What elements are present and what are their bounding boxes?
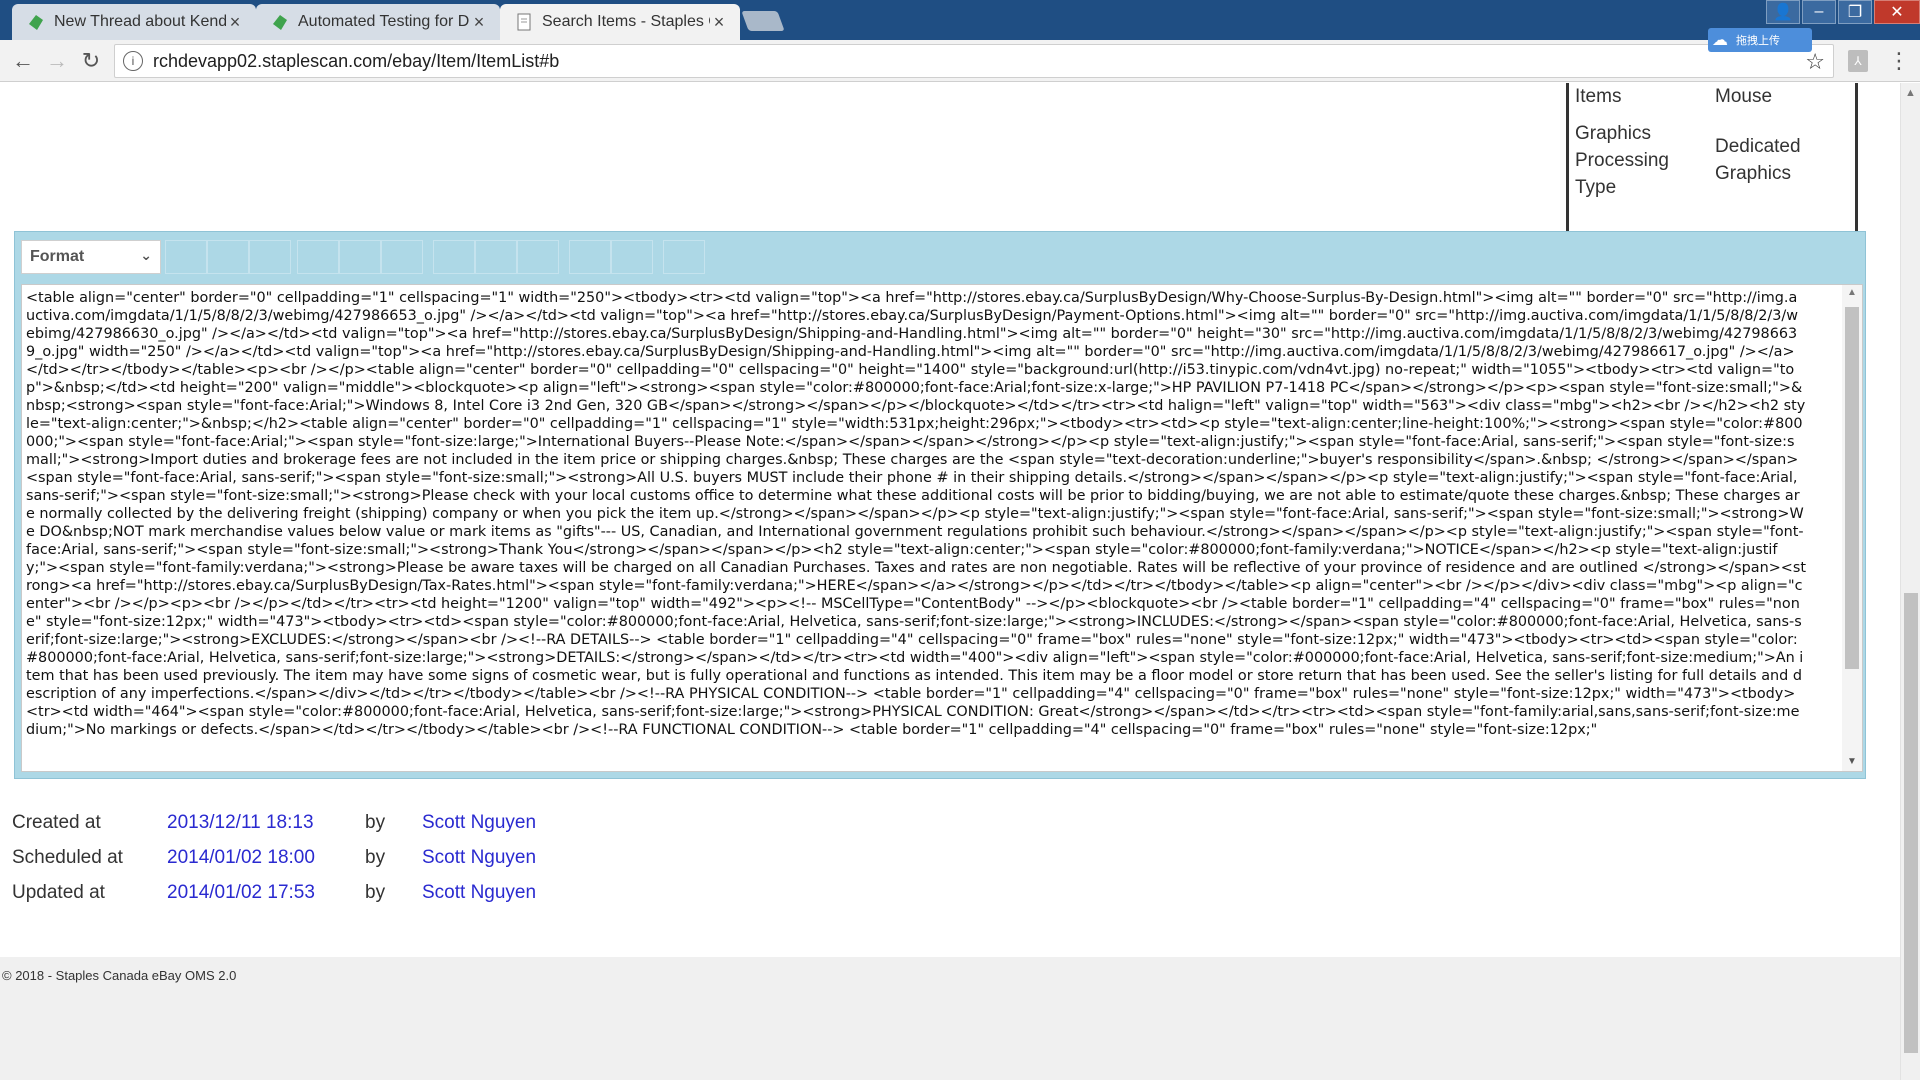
info-icon[interactable]: i (123, 51, 143, 71)
spec-key: Graphics Processing Type (1575, 123, 1669, 198)
html-source-textarea[interactable]: <table align="center" border="0" cellpad… (21, 284, 1863, 772)
scrollbar-thumb[interactable] (1845, 307, 1859, 669)
history-by: by (365, 847, 386, 868)
restore-icon[interactable]: ❐ (1838, 0, 1872, 24)
history-label: Updated at (12, 882, 105, 903)
toolbar-button[interactable] (297, 240, 339, 274)
window-controls: 👤 – ❐ ✕ (1764, 0, 1920, 24)
tab-title: Search Items - Staples Ca (542, 13, 710, 30)
toolbar-button[interactable] (249, 240, 291, 274)
tab-title: New Thread about Kendo (54, 13, 226, 30)
pdf-extension-icon[interactable]: ⅄ (1848, 50, 1868, 72)
bookmark-star-icon[interactable]: ☆ (1805, 49, 1825, 75)
profile-icon[interactable]: 👤 (1766, 0, 1800, 24)
menu-dots-icon[interactable]: ⋮ (1888, 48, 1910, 74)
tab-close-icon[interactable]: × (710, 12, 728, 33)
toolbar-button[interactable] (475, 240, 517, 274)
minimize-icon[interactable]: – (1802, 0, 1836, 24)
tab-search-items[interactable]: Search Items - Staples Ca × (500, 4, 740, 40)
history-by: by (365, 882, 386, 903)
history-label: Scheduled at (12, 847, 123, 868)
history-date: 2013/12/11 18:13 (167, 812, 314, 833)
tab-new-thread[interactable]: New Thread about Kendo × (12, 4, 256, 40)
spec-value: Dedicated Graphics (1715, 136, 1801, 184)
history-date: 2014/01/02 18:00 (167, 847, 315, 868)
footer-copyright: © 2018 - Staples Canada eBay OMS 2.0 (2, 968, 237, 983)
tab-close-icon[interactable]: × (470, 12, 488, 33)
back-icon[interactable]: ← (10, 48, 36, 74)
history-date: 2014/01/02 17:53 (167, 882, 315, 903)
toolbar-button[interactable] (663, 240, 705, 274)
html-source-text: <table align="center" border="0" cellpad… (26, 290, 1806, 738)
upload-extension-badge[interactable]: ☁ 拖拽上传 (1708, 28, 1812, 52)
history-user-link[interactable]: Scott Nguyen (422, 840, 536, 875)
toolbar-button[interactable] (611, 240, 653, 274)
new-tab-button[interactable] (741, 11, 785, 31)
page-content: Items Mouse Graphics Processing Type Ded… (0, 83, 1900, 1080)
document-icon (517, 13, 531, 31)
browser-toolbar: ← → ↻ i rchdevapp02.staplescan.com/ebay/… (0, 40, 1920, 82)
close-window-icon[interactable]: ✕ (1874, 0, 1920, 24)
scroll-up-icon[interactable]: ▲ (1905, 87, 1916, 99)
toolbar-button[interactable] (517, 240, 559, 274)
toolbar-button[interactable] (433, 240, 475, 274)
chevron-down-icon: ⌄ (140, 247, 152, 263)
source-scrollbar[interactable]: ▲ ▼ (1842, 285, 1862, 771)
scroll-down-icon[interactable]: ▼ (1847, 756, 1857, 767)
upload-extension-label: 拖拽上传 (1736, 35, 1780, 47)
history-user-link[interactable]: Scott Nguyen (422, 805, 536, 840)
cloud-icon: ☁ (1712, 32, 1728, 49)
toolbar-button[interactable] (381, 240, 423, 274)
tab-close-icon[interactable]: × (226, 12, 244, 33)
footer (0, 957, 1900, 1080)
address-bar[interactable]: i rchdevapp02.staplescan.com/ebay/Item/I… (114, 44, 1834, 78)
history-user-link[interactable]: Scott Nguyen (422, 875, 536, 910)
history-label: Created at (12, 812, 101, 833)
scrollbar-thumb[interactable] (1904, 593, 1918, 1053)
tab-automated-testing[interactable]: Automated Testing for D × (256, 4, 500, 40)
spec-key: Items (1575, 86, 1622, 107)
browser-tab-strip: New Thread about Kendo × Automated Testi… (0, 0, 1920, 40)
forward-icon[interactable]: → (44, 48, 70, 74)
kendo-favicon-icon (273, 15, 287, 30)
html-editor: Format ⌄ <table align="center" border="0… (14, 231, 1866, 779)
toolbar-button[interactable] (165, 240, 207, 274)
spec-value: Mouse (1715, 86, 1773, 107)
address-url: rchdevapp02.staplescan.com/ebay/Item/Ite… (153, 50, 560, 71)
tab-title: Automated Testing for D (298, 13, 470, 30)
toolbar-button[interactable] (207, 240, 249, 274)
history-by: by (365, 812, 386, 833)
toolbar-button[interactable] (339, 240, 381, 274)
format-dropdown[interactable]: Format ⌄ (21, 240, 161, 274)
page-scrollbar[interactable]: ▲ (1900, 83, 1920, 1080)
scroll-up-icon[interactable]: ▲ (1847, 287, 1857, 298)
toolbar-button[interactable] (569, 240, 611, 274)
format-label: Format (30, 248, 85, 265)
kendo-favicon-icon (29, 15, 43, 30)
reload-icon[interactable]: ↻ (78, 48, 104, 74)
